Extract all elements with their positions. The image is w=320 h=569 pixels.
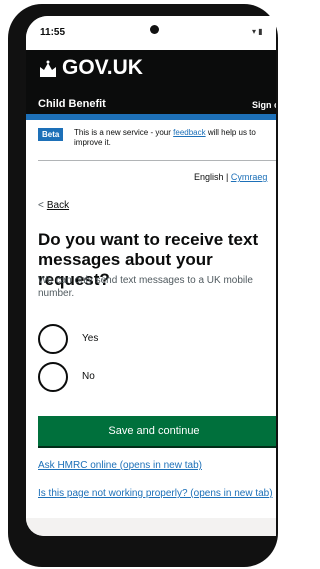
radio-circle[interactable] [38,362,68,392]
hint-text: We can only send text messages to a UK m… [38,275,253,299]
chevron-left-icon: < [38,200,44,211]
signal-battery-icon: ▾ ▮ [252,27,263,36]
govuk-logo-text[interactable]: GOV.UK [62,56,143,80]
status-time: 11:55 [40,27,66,38]
ask-hmrc-link[interactable]: Ask HMRC online (opens in new tab) [38,460,202,471]
header-blue-border [26,114,276,120]
crown-icon [40,60,56,77]
radio-no[interactable]: No [38,362,238,394]
divider [38,160,276,161]
back-link-label[interactable]: Back [47,200,69,211]
govuk-header: GOV.UK Child Benefit Sign out [26,50,276,114]
browser-bottom-bar [26,518,276,536]
radio-yes[interactable]: Yes [38,324,238,356]
phase-banner-text: This is a new service - your feedback wi… [74,128,256,147]
language-toggle: English | Cymraeg [194,172,268,182]
language-english: English [194,172,224,182]
language-cymraeg-link[interactable]: Cymraeg [231,172,268,182]
service-name[interactable]: Child Benefit [38,98,106,110]
camera-icon [150,25,159,34]
radio-circle[interactable] [38,324,68,354]
feedback-link[interactable]: feedback [173,128,205,137]
radio-no-label[interactable]: No [82,371,95,382]
page-not-working-link[interactable]: Is this page not working properly? (open… [38,487,276,500]
button-label: Save and continue [108,425,200,437]
back-link[interactable]: < Back [38,200,69,211]
beta-tag: Beta [38,128,64,141]
phone-frame: 11:55 ▾ ▮ GOV.UK Child Benefit Sign out … [8,4,278,567]
phone-screen: 11:55 ▾ ▮ GOV.UK Child Benefit Sign out … [26,16,276,536]
radio-yes-label[interactable]: Yes [82,333,98,344]
status-bar: 11:55 ▾ ▮ [26,16,276,50]
sign-out-link[interactable]: Sign out [252,100,276,110]
save-and-continue-button[interactable]: Save and continue [38,416,276,446]
